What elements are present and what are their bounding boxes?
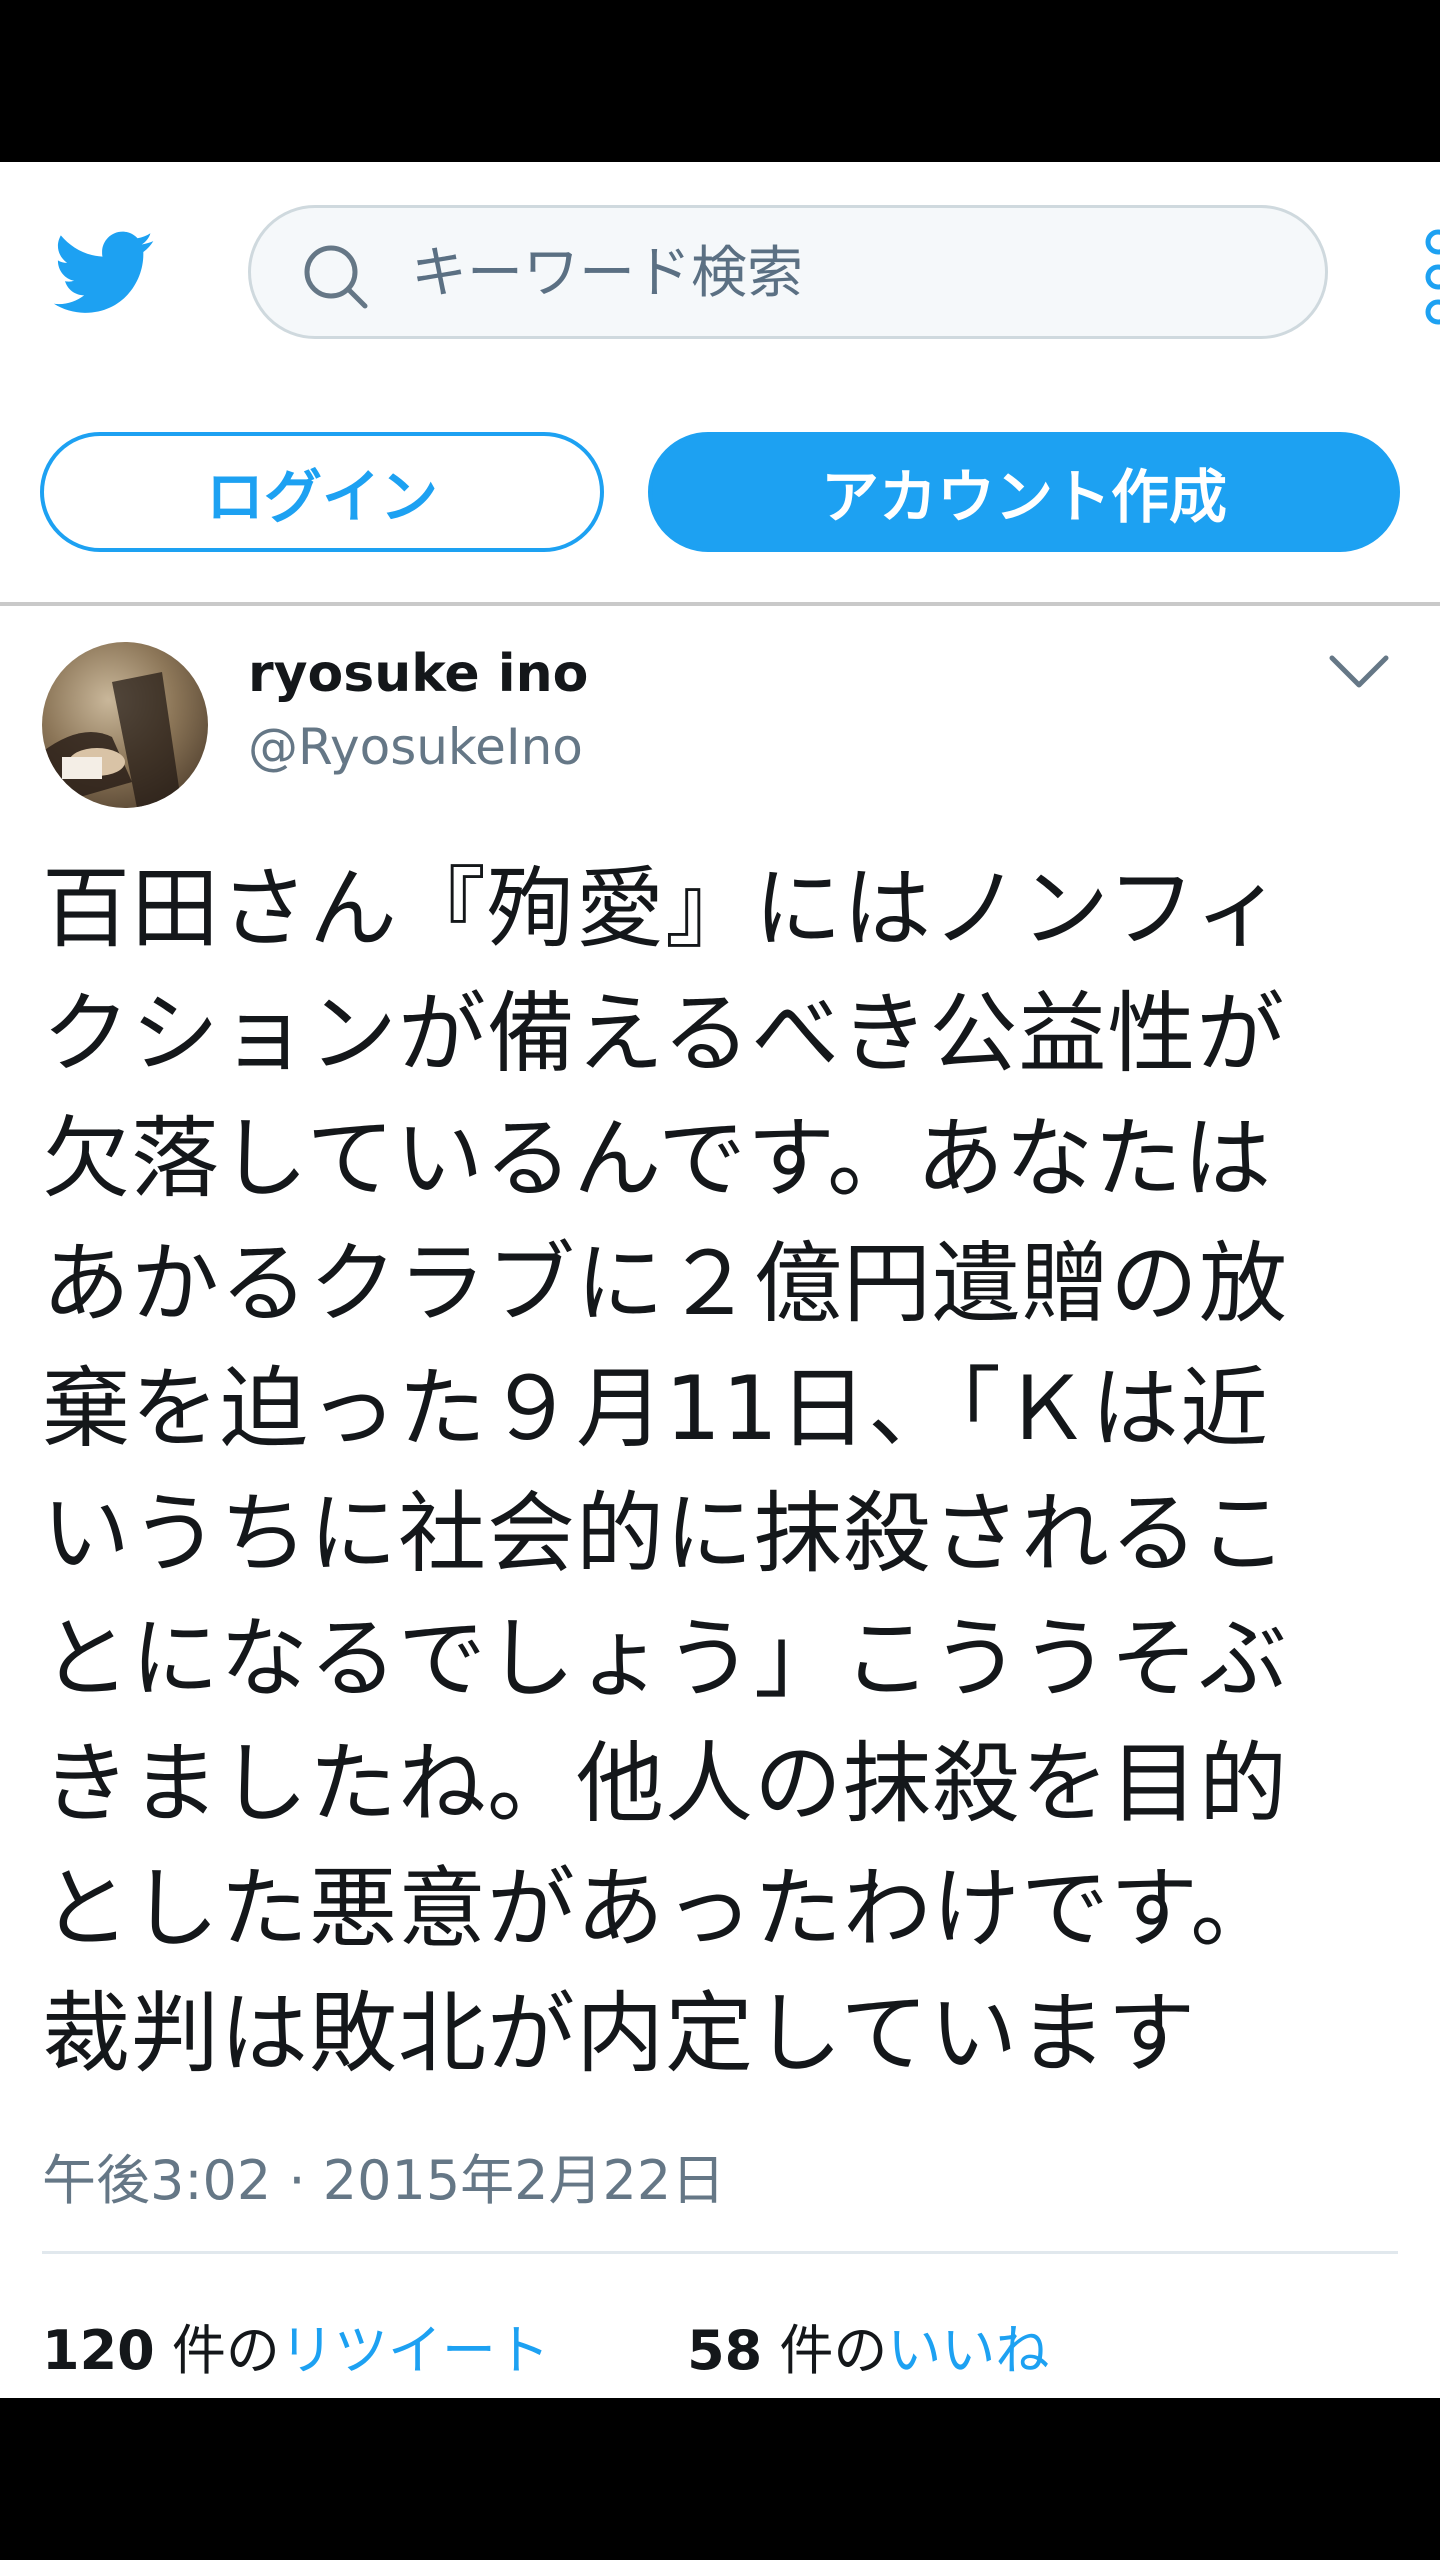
avatar[interactable] xyxy=(42,642,208,808)
search-box[interactable] xyxy=(248,205,1328,339)
screen: ログイン アカウント作成 ryosuke ino @RyosukeIno 百田さ… xyxy=(0,162,1440,2398)
header: ログイン アカウント作成 xyxy=(0,162,1440,606)
stats-divider xyxy=(42,2251,1398,2254)
twitter-bird-icon[interactable] xyxy=(50,222,160,322)
search-icon xyxy=(304,245,368,309)
like-stat[interactable]: 58 件のいいね xyxy=(687,2319,1049,2382)
tweet: ryosuke ino @RyosukeIno 百田さん『殉愛』にはノンフィ ク… xyxy=(0,606,1440,2398)
like-unit: 件の xyxy=(779,2319,888,2382)
retweet-stat[interactable]: 120 件のリツイート xyxy=(42,2319,567,2382)
retweet-label: リツイート xyxy=(279,2319,550,2382)
tweet-text: 百田さん『殉愛』にはノンフィ クションが備えるべき公益性が 欠落しているんです。… xyxy=(42,857,1289,2085)
signup-button[interactable]: アカウント作成 xyxy=(648,432,1400,552)
like-count: 58 xyxy=(687,2319,763,2382)
search-input[interactable] xyxy=(411,228,1271,318)
chevron-down-icon[interactable] xyxy=(1328,652,1390,692)
more-icon[interactable] xyxy=(1418,222,1440,332)
tweet-stats: 120 件のリツイート 58 件のいいね xyxy=(42,2306,1049,2385)
tweet-timestamp[interactable]: 午後3:02 · 2015年2月22日 xyxy=(42,2136,725,2215)
like-label: いいね xyxy=(887,2319,1050,2382)
retweet-count: 120 xyxy=(42,2319,155,2382)
retweet-unit: 件の xyxy=(171,2319,280,2382)
user-handle[interactable]: @RyosukeIno xyxy=(248,718,583,776)
login-button[interactable]: ログイン xyxy=(40,432,604,552)
display-name[interactable]: ryosuke ino xyxy=(248,644,588,704)
